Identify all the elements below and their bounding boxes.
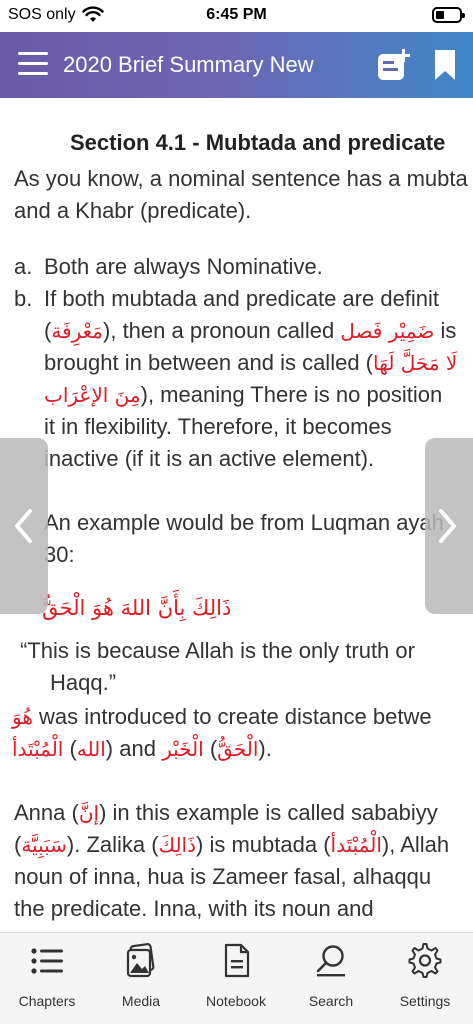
text-fragment: brought in between and is called ( bbox=[44, 350, 373, 375]
arabic-term: إنَّ bbox=[78, 801, 100, 825]
example-intro-line-1: An example would be from Luqman ayah bbox=[44, 510, 444, 535]
text-fragment: ). bbox=[258, 736, 272, 761]
list-marker-a: a. bbox=[14, 254, 33, 279]
arabic-term: الْخَبْر bbox=[162, 737, 204, 761]
tab-media[interactable]: Media bbox=[94, 933, 188, 1024]
paragraph-line-2: (سَبَبِيَّة). Zalika (ذَالِكَ) is mubtad… bbox=[14, 832, 449, 858]
tab-label: Notebook bbox=[206, 993, 266, 1009]
list-item-b-line-6: inactive (if it is an active element). bbox=[44, 446, 375, 471]
menu-icon[interactable] bbox=[18, 52, 48, 78]
chevron-right-icon bbox=[439, 509, 456, 543]
verse-arabic: ذَالِكَ بِأَنَّ اللهَ هُوَ الْحَقُّ bbox=[42, 596, 232, 620]
text-fragment: ) in this example is called sababiyy bbox=[99, 800, 438, 825]
section-title: Section 4.1 - Mubtada and predicate bbox=[70, 130, 446, 155]
list-item-b-line-5: it in flexibility. Therefore, it becomes bbox=[44, 414, 392, 439]
text-fragment: ), Allah bbox=[381, 832, 450, 857]
hua-line-2: الْمُبْتَدأ (الله) and الْخَبْر (الْحَقُ… bbox=[12, 736, 272, 762]
paragraph-line-3: noun of inna, hua is Zameer fasal, alhaq… bbox=[14, 864, 432, 889]
list-item-a: Both are always Nominative. bbox=[44, 254, 323, 279]
text-fragment: ) and bbox=[105, 736, 163, 761]
paragraph-line-1: Anna (إنَّ) in this example is called sa… bbox=[14, 800, 438, 826]
text-fragment: ( bbox=[63, 736, 77, 761]
list-item-b-line-2: (مَعْرِفَة), then a pronoun called ضَمِي… bbox=[44, 318, 456, 344]
chevron-left-icon bbox=[15, 509, 32, 543]
app-header: 2020 Brief Summary New bbox=[0, 32, 473, 98]
text-fragment: ( bbox=[203, 736, 218, 761]
previous-page-button[interactable] bbox=[0, 438, 48, 614]
tab-search[interactable]: Search bbox=[284, 933, 378, 1024]
arabic-term: ذَالِكَ bbox=[158, 833, 197, 857]
example-intro-line-2: 30: bbox=[44, 542, 75, 567]
arabic-term: سَبَبِيَّة bbox=[21, 833, 67, 857]
next-page-button[interactable] bbox=[425, 438, 473, 614]
text-fragment: ). Zalika ( bbox=[66, 832, 159, 857]
arabic-term: ضَمِيْر فَصل bbox=[340, 319, 435, 343]
page-title: 2020 Brief Summary New bbox=[63, 52, 314, 77]
text-fragment: ) is mubtada ( bbox=[196, 832, 331, 857]
list-item-b-line-1: If both mubtada and predicate are defini… bbox=[44, 286, 440, 311]
add-note-icon[interactable] bbox=[376, 48, 412, 84]
clock-time: 6:45 PM bbox=[206, 6, 267, 23]
status-bar: SOS only 6:45 PM bbox=[0, 0, 473, 32]
list-item-b-line-3: brought in between and is called (لَا مَ… bbox=[44, 350, 457, 376]
list-item-b-line-4: مِنَ الإعْرَاب), meaning There is no pos… bbox=[44, 382, 442, 408]
arabic-term: هُوَ bbox=[12, 705, 33, 729]
arabic-term: الله bbox=[76, 737, 106, 761]
text-fragment: ), meaning There is no position bbox=[140, 382, 443, 407]
tab-label: Search bbox=[308, 993, 354, 1009]
search-icon bbox=[316, 945, 345, 977]
arabic-term: مَعْرِفَة bbox=[51, 319, 104, 343]
tab-bar: Chapters Media Notebook Search Settings bbox=[0, 932, 473, 1024]
list-icon bbox=[31, 948, 63, 974]
paragraph-line-4: the predicate. Inna, with its noun and bbox=[14, 896, 374, 921]
translation-line-1: “This is because Allah is the only truth… bbox=[20, 638, 415, 663]
arabic-term: مِنَ الإعْرَاب bbox=[44, 383, 141, 407]
arabic-term: الْحَقُّ bbox=[217, 737, 259, 761]
battery-icon bbox=[432, 7, 465, 23]
hua-line-1: هُوَ was introduced to create distance b… bbox=[12, 704, 432, 730]
translation-line-2: Haqq.” bbox=[50, 670, 117, 695]
gear-icon bbox=[408, 943, 442, 978]
tab-label: Settings bbox=[399, 993, 451, 1009]
arabic-term: الْمُبْتَدأ bbox=[330, 833, 382, 857]
arabic-term: الْمُبْتَدأ bbox=[12, 737, 64, 761]
notebook-icon bbox=[224, 943, 250, 978]
tab-label: Chapters bbox=[18, 993, 76, 1009]
intro-line-1: As you know, a nominal sentence has a mu… bbox=[14, 166, 468, 191]
intro-line-2: and a Khabr (predicate). bbox=[14, 198, 252, 223]
text-fragment: is bbox=[434, 318, 457, 343]
tab-chapters[interactable]: Chapters bbox=[0, 933, 94, 1024]
list-marker-b: b. bbox=[14, 286, 33, 311]
text-fragment: ), then a pronoun called bbox=[103, 318, 341, 343]
media-icon bbox=[126, 943, 155, 978]
tab-settings[interactable]: Settings bbox=[378, 933, 472, 1024]
chapter-content: Section 4.1 - Mubtada and predicate As y… bbox=[0, 98, 473, 932]
tab-label: Media bbox=[121, 993, 161, 1009]
text-fragment: Anna ( bbox=[14, 800, 79, 825]
text-fragment: was introduced to create distance betwe bbox=[32, 704, 432, 729]
bookmark-icon[interactable] bbox=[433, 49, 457, 81]
tab-notebook[interactable]: Notebook bbox=[189, 933, 283, 1024]
arabic-term: لَا مَحَلَّ لَهَا bbox=[373, 351, 458, 375]
